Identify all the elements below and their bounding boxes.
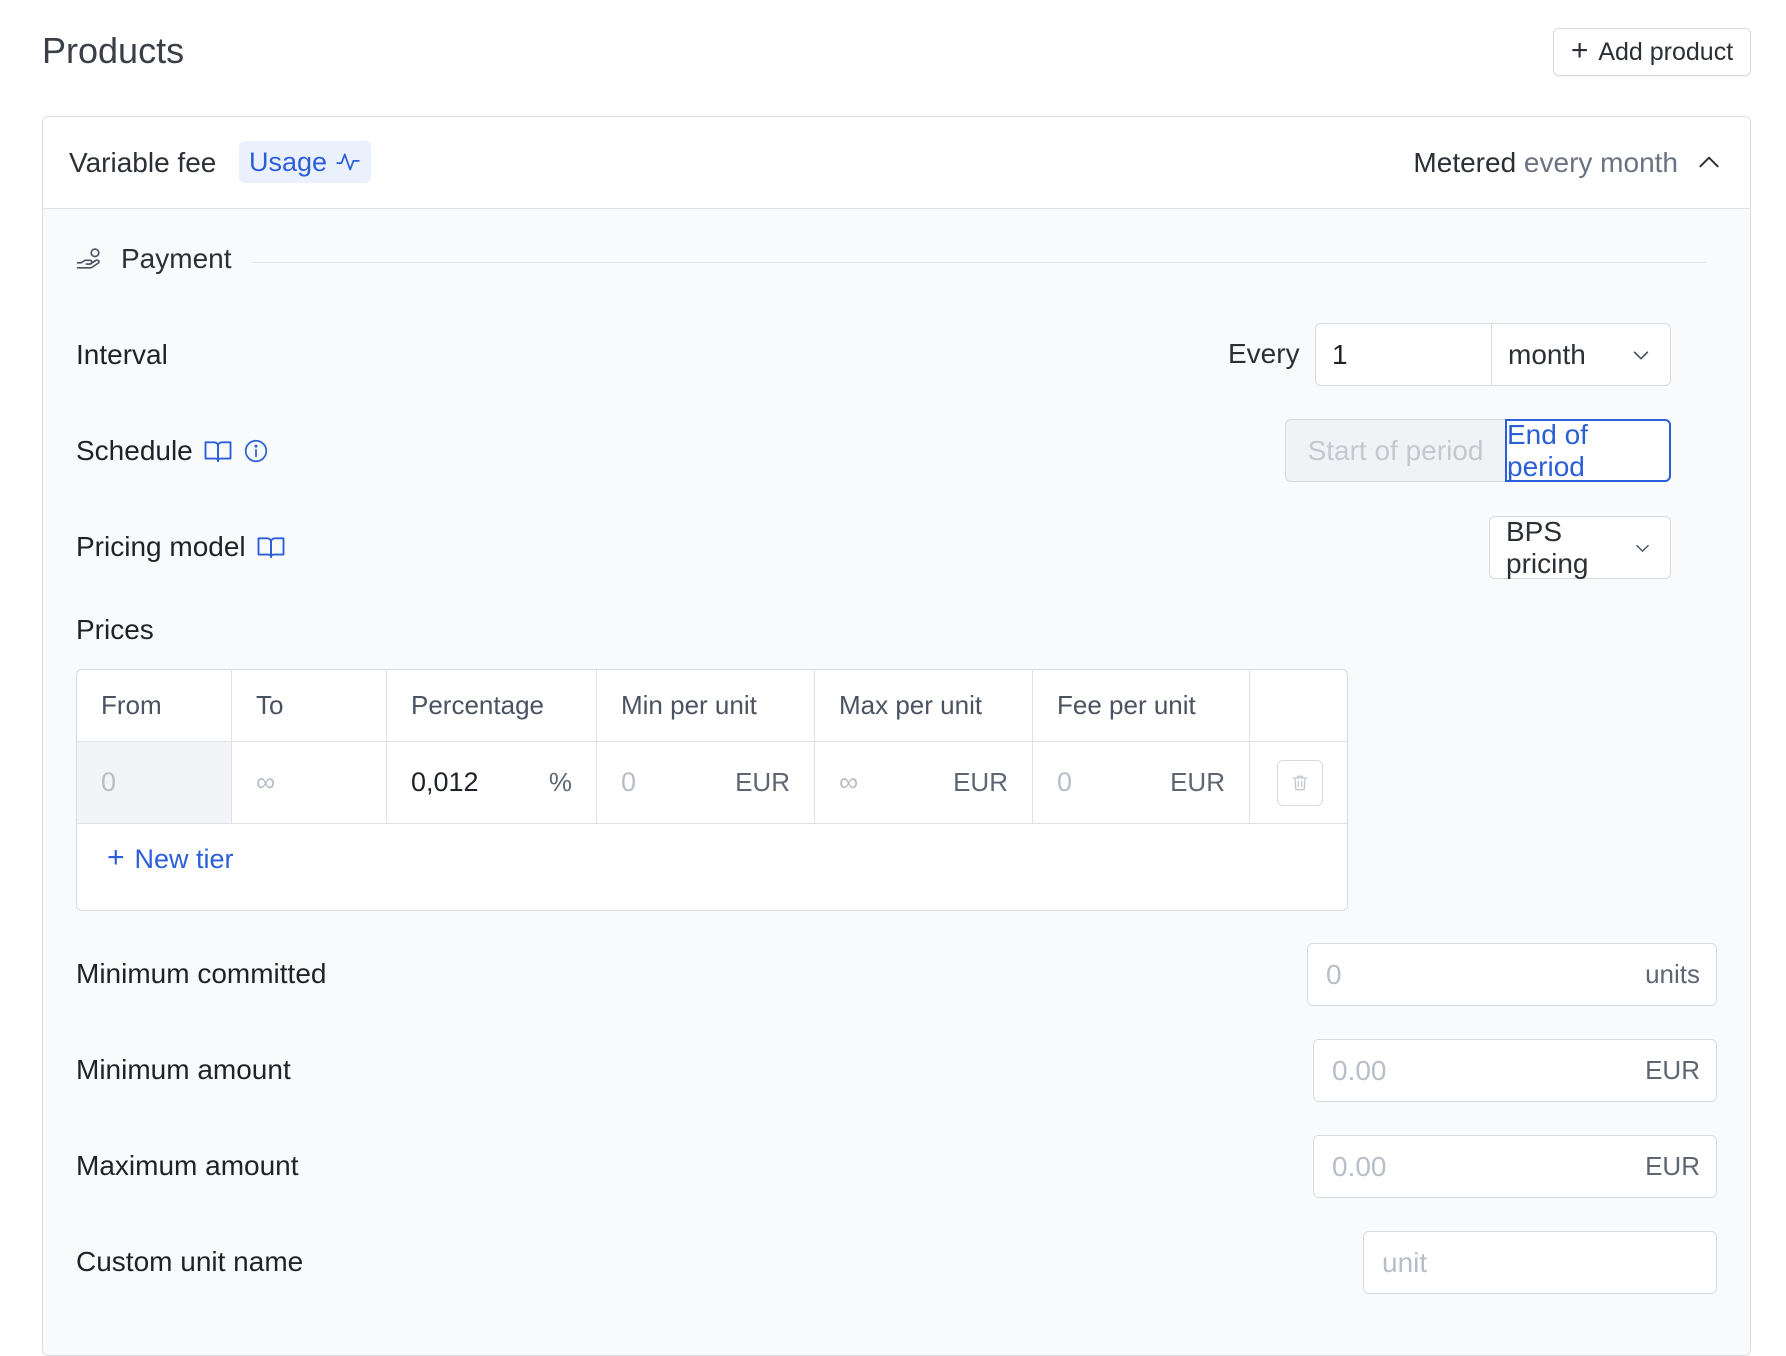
custom-unit-name-input[interactable] <box>1382 1246 1700 1279</box>
tier-min-unit: EUR <box>735 767 790 797</box>
schedule-label-text: Schedule <box>76 435 193 466</box>
chevron-up-icon[interactable] <box>1696 149 1722 175</box>
billing-frequency: every month <box>1523 147 1678 178</box>
tier-fee-per-unit-input[interactable]: 0 EUR <box>1033 742 1250 824</box>
column-header-min-per-unit: Min per unit <box>597 670 815 742</box>
chevron-down-icon <box>1633 350 1649 359</box>
trash-icon <box>1292 775 1308 790</box>
maximum-amount-field[interactable]: EUR <box>1313 1135 1717 1198</box>
plus-icon: + <box>107 841 125 874</box>
column-header-actions <box>1250 670 1347 742</box>
products-page: Products + Add product Variable fee Usag… <box>0 0 1786 1356</box>
every-label: Every <box>1228 338 1300 369</box>
info-icon[interactable] <box>243 438 269 464</box>
chevron-down-icon <box>1636 544 1649 552</box>
maximum-amount-input[interactable] <box>1332 1150 1553 1183</box>
tier-max-unit: EUR <box>953 767 1008 797</box>
column-header-max-per-unit: Max per unit <box>815 670 1033 742</box>
interval-unit-select[interactable]: month <box>1492 324 1670 385</box>
pricing-model-label-text: Pricing model <box>76 531 246 562</box>
plus-icon: + <box>1570 33 1589 67</box>
product-card-header[interactable]: Variable fee Usage Metered every month <box>43 117 1750 209</box>
interval-label: Interval <box>76 339 168 371</box>
page-title: Products <box>42 30 185 71</box>
minimum-committed-suffix: units <box>1645 959 1700 989</box>
tier-percentage-value: 0,012 <box>411 767 479 797</box>
payment-section-label: Payment <box>121 243 232 274</box>
tier-to-cell[interactable]: ∞ <box>232 742 387 824</box>
minimum-committed-label: Minimum committed <box>76 958 326 990</box>
custom-unit-name-label-text: Custom unit name <box>76 1246 304 1277</box>
column-header-to: To <box>232 670 387 742</box>
tier-from-cell: 0 <box>77 742 232 824</box>
maximum-amount-label: Maximum amount <box>76 1150 299 1182</box>
schedule-label: Schedule <box>76 435 269 467</box>
minimum-committed-input[interactable] <box>1326 958 1551 991</box>
tier-actions-cell <box>1250 742 1347 824</box>
interval-label-text: Interval <box>76 339 168 370</box>
minimum-amount-label-text: Minimum amount <box>76 1054 291 1085</box>
new-tier-label: New tier <box>134 844 234 874</box>
prices-label: Prices <box>76 614 154 645</box>
interval-group: month <box>1315 323 1671 386</box>
tier-min-value: 0 <box>621 767 637 797</box>
maximum-amount-label-text: Maximum amount <box>76 1150 299 1181</box>
add-product-button[interactable]: + Add product <box>1553 28 1751 76</box>
pricing-model-value: BPS pricing <box>1506 515 1589 579</box>
section-divider <box>251 262 1706 263</box>
custom-unit-name-field[interactable] <box>1363 1231 1717 1294</box>
minimum-amount-input[interactable] <box>1332 1054 1553 1087</box>
minimum-committed-field[interactable]: units <box>1307 943 1717 1006</box>
book-icon[interactable] <box>203 436 233 466</box>
tier-fee-unit: EUR <box>1170 767 1225 797</box>
tier-fee-value: 0 <box>1057 767 1073 797</box>
new-tier-button[interactable]: + New tier <box>107 841 234 875</box>
usage-badge-label: Usage <box>249 146 328 177</box>
interval-count-input[interactable] <box>1316 324 1492 385</box>
schedule-start-of-period[interactable]: Start of period <box>1285 419 1505 482</box>
minimum-amount-field[interactable]: EUR <box>1313 1039 1717 1102</box>
payment-section-header: Payment <box>75 243 232 275</box>
minimum-amount-suffix: EUR <box>1645 1055 1700 1085</box>
custom-unit-name-label: Custom unit name <box>76 1246 303 1278</box>
tier-min-per-unit-input[interactable]: 0 EUR <box>597 742 815 824</box>
tier-max-value: ∞ <box>839 767 859 797</box>
product-name: Variable fee <box>69 147 217 178</box>
usage-badge: Usage <box>239 141 372 183</box>
minimum-amount-label: Minimum amount <box>76 1054 291 1086</box>
maximum-amount-suffix: EUR <box>1645 1151 1700 1181</box>
hand-coins-icon <box>76 248 100 269</box>
column-header-percentage: Percentage <box>387 670 597 742</box>
column-header-fee-per-unit: Fee per unit <box>1033 670 1250 742</box>
tier-max-per-unit-input[interactable]: ∞ EUR <box>815 742 1033 824</box>
tier-percentage-input[interactable]: 0,012 % <box>387 742 597 824</box>
minimum-committed-label-text: Minimum committed <box>76 958 327 989</box>
product-card: Variable fee Usage Metered every month P… <box>42 116 1751 1356</box>
tier-from-value: 0 <box>101 767 117 797</box>
add-product-label: Add product <box>1598 37 1734 66</box>
pricing-model-select[interactable]: BPS pricing <box>1489 516 1671 579</box>
prices-table: From To Percentage Min per unit Max per … <box>76 669 1348 911</box>
delete-tier-button[interactable] <box>1277 759 1323 806</box>
pricing-model-label: Pricing model <box>76 531 286 563</box>
billing-summary: Metered every month <box>1413 147 1678 179</box>
column-header-from: From <box>77 670 232 742</box>
tier-to-value: ∞ <box>256 767 276 797</box>
tier-percentage-unit: % <box>548 767 572 797</box>
activity-icon <box>336 153 360 171</box>
interval-unit-value: month <box>1508 338 1586 370</box>
billing-mode: Metered <box>1413 147 1517 178</box>
schedule-toggle: Start of period End of period <box>1285 419 1671 482</box>
book-icon[interactable] <box>256 532 286 562</box>
schedule-end-of-period[interactable]: End of period <box>1505 419 1671 482</box>
